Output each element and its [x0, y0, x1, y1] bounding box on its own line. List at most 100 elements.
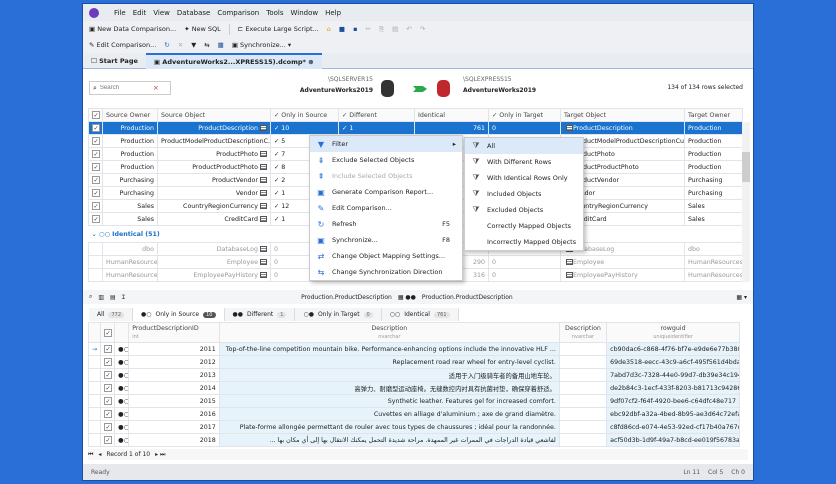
- filter-option[interactable]: Correctly Mapped Objects: [465, 218, 583, 234]
- row-checkbox-cell[interactable]: ✓: [100, 433, 116, 447]
- row-checkbox[interactable]: ✓: [104, 345, 113, 353]
- menu-item-exclude[interactable]: ⇟ Exclude Selected Objects: [310, 152, 462, 168]
- row-checkbox-cell[interactable]: ✓: [100, 420, 116, 434]
- row-checkbox[interactable]: ✓: [104, 397, 113, 405]
- row-checkbox[interactable]: ✓: [104, 423, 113, 431]
- row-checkbox[interactable]: ✓: [92, 176, 100, 184]
- column-header[interactable]: ✓ Only in Target: [488, 108, 561, 122]
- text-icon[interactable]: Ɪ: [122, 293, 125, 301]
- new-sql-button[interactable]: ✦ New SQL: [184, 25, 221, 33]
- copy-icon[interactable]: ⎘: [379, 25, 384, 34]
- stop-icon[interactable]: ✕: [178, 41, 183, 49]
- menu-view[interactable]: View: [153, 9, 170, 17]
- menu-item-include[interactable]: ⇞ Include Selected Objects: [310, 168, 462, 184]
- column-header[interactable]: ✓: [88, 108, 103, 122]
- filter-option[interactable]: ⧩ Included Objects: [465, 186, 583, 202]
- menu-item-mapping[interactable]: ⇄ Change Object Mapping Settings...: [310, 248, 462, 264]
- report-icon[interactable]: ▦: [218, 41, 224, 49]
- open-icon[interactable]: ⌂: [327, 25, 331, 33]
- table-row[interactable]: → ✓ ●○ 2011 Top-of-the-line competition moun…: [87, 342, 740, 356]
- column-header[interactable]: Source Object: [157, 108, 271, 122]
- row-checkbox-cell[interactable]: ✓: [100, 407, 116, 421]
- column-header[interactable]: rowguid uniqueidentifier: [606, 322, 740, 343]
- clear-icon[interactable]: ×: [153, 84, 159, 92]
- filter-option[interactable]: ⧩ All: [465, 138, 583, 154]
- menu-window[interactable]: Window: [290, 9, 318, 17]
- execute-script-button[interactable]: ⊏ Execute Large Script...: [238, 25, 319, 33]
- menu-item-direction[interactable]: ⇆ Change Synchronization Direction: [310, 264, 462, 280]
- save-icon[interactable]: ■: [339, 25, 345, 33]
- row-checkbox-cell[interactable]: [88, 268, 103, 282]
- menu-item-filter[interactable]: ▼ Filter ▸: [310, 136, 462, 152]
- row-checkbox-cell[interactable]: ✓: [88, 134, 103, 148]
- undo-icon[interactable]: ↶: [406, 25, 411, 33]
- row-checkbox-cell[interactable]: ✓: [100, 381, 116, 395]
- filter-icon[interactable]: ▼: [191, 41, 196, 49]
- next-record-icon[interactable]: ▸ ⏭: [155, 451, 165, 459]
- menu-edit[interactable]: Edit: [133, 9, 147, 17]
- filter-option[interactable]: ⧩ Excluded Objects: [465, 202, 583, 218]
- column-header[interactable]: Description nvarchar: [558, 322, 608, 343]
- refresh-icon[interactable]: ↻: [164, 41, 169, 49]
- select-all-checkbox[interactable]: ✓: [92, 111, 100, 119]
- tab-identical[interactable]: ○○ Identical 761: [382, 308, 459, 321]
- menu-tools[interactable]: Tools: [266, 9, 283, 17]
- save-all-icon[interactable]: ▪: [353, 25, 357, 33]
- row-checkbox[interactable]: ✓: [92, 189, 100, 197]
- row-checkbox-cell[interactable]: ✓: [100, 355, 116, 369]
- menu-help[interactable]: Help: [325, 9, 341, 17]
- new-data-comparison-button[interactable]: ▣ New Data Comparison...: [89, 25, 176, 33]
- column-header[interactable]: Source Owner: [102, 108, 158, 122]
- row-checkbox-cell[interactable]: ✓: [88, 212, 103, 226]
- synchronize-button[interactable]: ▣ Synchronize... ▾: [232, 41, 291, 49]
- menu-database[interactable]: Database: [177, 9, 210, 17]
- prev-record-icon[interactable]: ◂: [98, 451, 101, 458]
- menu-item-sync[interactable]: ▣ Synchronize... F8: [310, 232, 462, 248]
- row-checkbox[interactable]: ✓: [92, 124, 100, 132]
- paste-icon[interactable]: ▤: [392, 25, 398, 33]
- table-row[interactable]: ✓ ●○ 2013 适用于入门级骑车者的备用山地车轮。 7abd7d3c-7328-44…: [87, 368, 740, 382]
- row-checkbox-cell[interactable]: ✓: [100, 394, 116, 408]
- tab-all[interactable]: All 772: [89, 308, 133, 321]
- row-checkbox-cell[interactable]: ✓: [88, 173, 103, 187]
- row-checkbox-cell[interactable]: ✓: [88, 160, 103, 174]
- columns-icon[interactable]: ▥: [98, 294, 104, 301]
- search-icon[interactable]: ⌕: [89, 293, 92, 301]
- table-row[interactable]: ✓ ●○ 2012 Replacement road rear wheel for e…: [87, 355, 740, 369]
- menu-item-edit[interactable]: ✎ Edit Comparison...: [310, 200, 462, 216]
- split-icon[interactable]: ▤: [110, 294, 116, 301]
- table-row[interactable]: ✓ ●○ 2017 Plate-forme allongée permettant d…: [87, 420, 740, 434]
- table-row[interactable]: ✓ Production ProductDescription ✓ 10 ✓ 1 761 0…: [88, 121, 743, 135]
- first-record-icon[interactable]: ⏮: [88, 451, 93, 459]
- column-chooser-icon[interactable]: ▦ ▾: [736, 294, 747, 301]
- menu-item-report[interactable]: ▣ Generate Comparison Report...: [310, 184, 462, 200]
- row-checkbox[interactable]: ✓: [104, 384, 113, 392]
- table-row[interactable]: ✓ ●○ 2016 Cuvettes en alliage d'aluminium ;…: [87, 407, 740, 421]
- table-row[interactable]: ✓ ●○ 2015 Synthetic leather. Features gel f…: [87, 394, 740, 408]
- row-checkbox[interactable]: ✓: [92, 163, 100, 171]
- tab-comparison[interactable]: ▣ AdventureWorks2...XPRESS15).dcomp* ⊗: [145, 52, 322, 69]
- row-checkbox[interactable]: ✓: [104, 436, 113, 444]
- column-header[interactable]: ✓ Only in Source: [270, 108, 339, 122]
- select-all-header[interactable]: ✓: [100, 322, 116, 343]
- row-checkbox-cell[interactable]: ✓: [100, 368, 116, 382]
- column-header[interactable]: Identical: [414, 108, 489, 122]
- direction-icon[interactable]: ⇆: [204, 41, 209, 49]
- row-checkbox[interactable]: ✓: [104, 410, 113, 418]
- row-checkbox-cell[interactable]: [88, 255, 103, 269]
- search-input[interactable]: [99, 85, 150, 91]
- filter-option[interactable]: Incorrectly Mapped Objects: [465, 234, 583, 250]
- filter-option[interactable]: ⧩ With Identical Rows Only: [465, 170, 583, 186]
- column-header[interactable]: Description nvarchar: [218, 322, 560, 343]
- select-all-checkbox[interactable]: ✓: [104, 328, 113, 337]
- row-checkbox[interactable]: ✓: [104, 358, 113, 366]
- row-checkbox[interactable]: ✓: [92, 202, 100, 210]
- row-checkbox[interactable]: ✓: [92, 150, 100, 158]
- tab-only-in-source[interactable]: ●○ Only in Source 10: [133, 308, 225, 321]
- column-header[interactable]: ProductDescriptionID int: [128, 322, 220, 343]
- row-checkbox-cell[interactable]: ✓: [100, 342, 116, 356]
- table-row[interactable]: ✓ ●○ 2018... لفاشعي قيادة الدراجات في المم…: [87, 433, 740, 447]
- row-checkbox-cell[interactable]: ✓: [88, 186, 103, 200]
- redo-icon[interactable]: ↷: [420, 25, 425, 33]
- column-header[interactable]: ✓ Different: [338, 108, 415, 122]
